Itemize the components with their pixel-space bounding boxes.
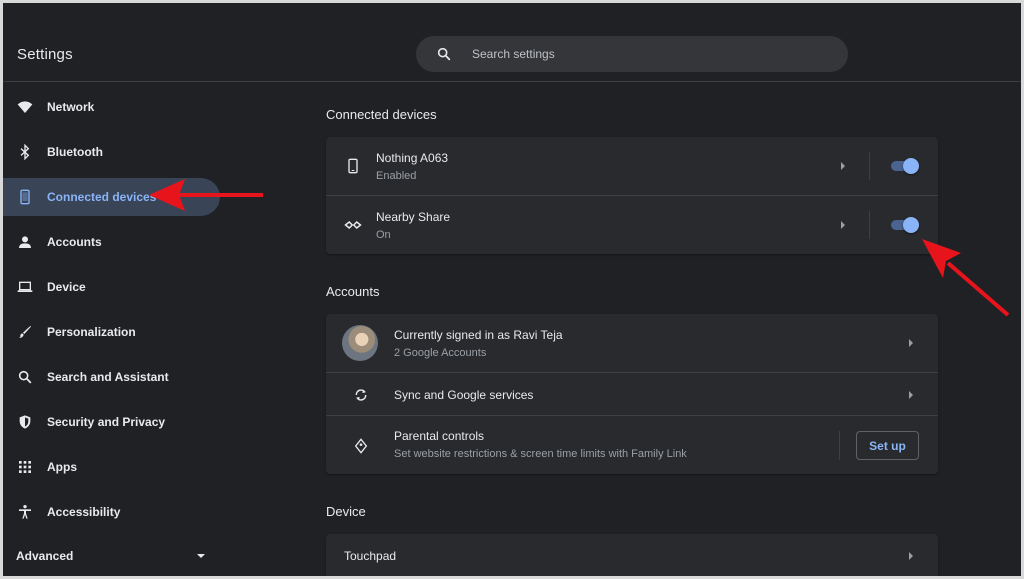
sidebar-item-label: Search and Assistant — [47, 370, 169, 384]
sidebar-advanced-toggle[interactable]: Advanced — [16, 546, 206, 566]
sidebar-item-label: Device — [47, 280, 86, 294]
row-parental-controls[interactable]: Parental controls Set website restrictio… — [326, 415, 938, 474]
connected-devices-card: Nothing A063 Enabled Nearby Share On — [326, 137, 938, 254]
sidebar-item-accounts[interactable]: Accounts — [3, 223, 220, 261]
row-sync-services[interactable]: Sync and Google services — [326, 372, 938, 415]
sidebar-item-security-and-privacy[interactable]: Security and Privacy — [3, 403, 220, 441]
sidebar-item-label: Accessibility — [47, 505, 121, 519]
divider — [839, 431, 840, 460]
section-title-connected-devices: Connected devices — [326, 107, 437, 122]
sidebar-item-search-and-assistant[interactable]: Search and Assistant — [3, 358, 220, 396]
laptop-icon — [17, 279, 33, 295]
section-title-device: Device — [326, 504, 366, 519]
sidebar-item-bluetooth[interactable]: Bluetooth — [3, 133, 220, 171]
person-icon — [17, 234, 33, 250]
phone-icon — [17, 189, 33, 205]
section-title-accounts: Accounts — [326, 284, 380, 299]
sidebar-item-label: Bluetooth — [47, 145, 103, 159]
nearby-share-icon — [344, 216, 362, 234]
chevron-right-icon — [841, 162, 845, 170]
row-phone-hub[interactable]: Nothing A063 Enabled — [326, 137, 938, 195]
row-subtitle: Enabled — [376, 170, 417, 182]
search-icon — [17, 369, 33, 385]
row-title: Currently signed in as Ravi Teja — [394, 328, 563, 342]
sidebar-item-personalization[interactable]: Personalization — [3, 313, 220, 351]
search-bar[interactable] — [416, 36, 848, 72]
sidebar-item-label: Connected devices — [47, 190, 157, 204]
advanced-label: Advanced — [16, 549, 74, 563]
sidebar-item-accessibility[interactable]: Accessibility — [3, 493, 220, 531]
setup-button[interactable]: Set up — [856, 431, 919, 460]
row-touchpad[interactable]: Touchpad — [326, 534, 938, 576]
divider — [869, 152, 870, 180]
sidebar-item-apps[interactable]: Apps — [3, 448, 220, 486]
sidebar-item-label: Security and Privacy — [47, 415, 166, 429]
row-subtitle: Set website restrictions & screen time l… — [394, 448, 687, 460]
sidebar-item-connected-devices[interactable]: Connected devices — [3, 178, 220, 216]
phone-hub-toggle[interactable] — [889, 158, 919, 174]
row-title: Nearby Share — [376, 210, 451, 224]
sidebar: Network Bluetooth Connected devices Acco… — [3, 83, 233, 576]
shield-icon — [17, 414, 33, 430]
chevron-right-icon — [841, 221, 845, 229]
sidebar-item-label: Network — [47, 100, 95, 114]
sync-icon — [352, 386, 370, 404]
row-signed-in[interactable]: Currently signed in as Ravi Teja 2 Googl… — [326, 314, 938, 372]
nearby-share-toggle[interactable] — [889, 217, 919, 233]
brush-icon — [17, 324, 33, 340]
bluetooth-icon — [17, 144, 33, 160]
divider — [869, 211, 870, 239]
sidebar-item-network[interactable]: Network — [3, 88, 220, 126]
device-card: Touchpad — [326, 534, 938, 576]
row-title: Sync and Google services — [394, 388, 534, 402]
avatar — [342, 325, 378, 361]
wifi-icon — [17, 99, 33, 115]
accounts-card: Currently signed in as Ravi Teja 2 Googl… — [326, 314, 938, 474]
page-title: Settings — [17, 46, 73, 63]
chevron-right-icon — [909, 339, 913, 347]
row-subtitle: 2 Google Accounts — [394, 347, 487, 359]
search-input[interactable] — [472, 36, 832, 72]
row-nearby-share[interactable]: Nearby Share On — [326, 195, 938, 254]
row-subtitle: On — [376, 229, 391, 241]
header: Settings — [3, 3, 1021, 82]
search-icon — [437, 47, 451, 61]
sidebar-item-label: Personalization — [47, 325, 136, 339]
chevron-right-icon — [909, 391, 913, 399]
sidebar-item-label: Apps — [47, 460, 77, 474]
row-title: Touchpad — [344, 549, 397, 563]
accessibility-icon — [17, 504, 33, 520]
phone-icon — [344, 157, 362, 175]
sidebar-item-device[interactable]: Device — [3, 268, 220, 306]
apps-grid-icon — [17, 459, 33, 475]
chevron-down-icon — [197, 554, 205, 558]
row-title: Parental controls — [394, 429, 485, 443]
row-title: Nothing A063 — [376, 151, 449, 165]
settings-window: Settings Network Bluetooth Connected dev… — [3, 3, 1021, 576]
parental-controls-icon — [352, 437, 370, 455]
chevron-right-icon — [909, 552, 913, 560]
sidebar-item-label: Accounts — [47, 235, 102, 249]
